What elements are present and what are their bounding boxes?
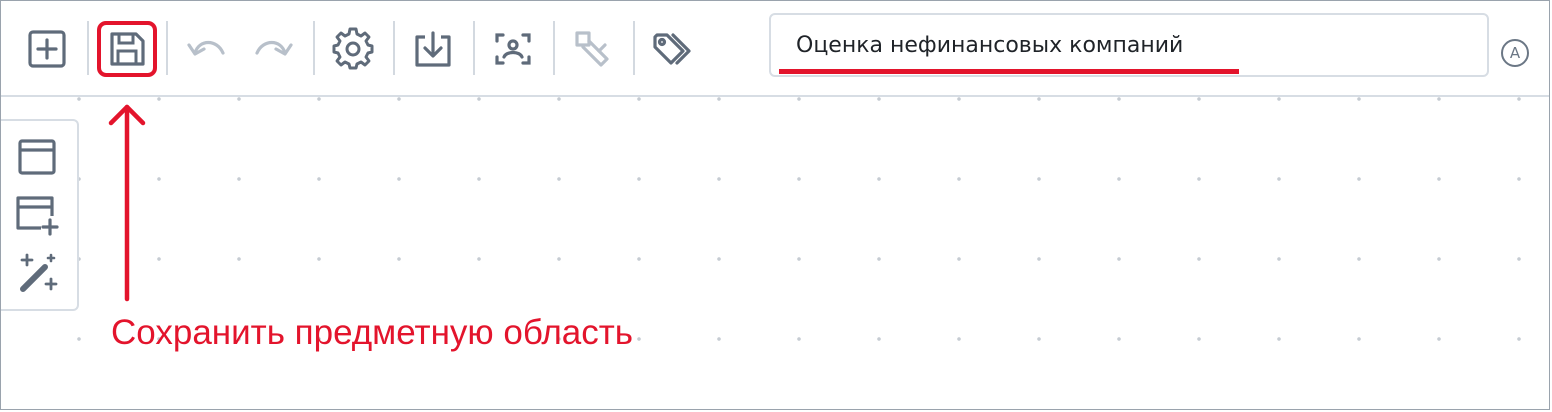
window-add-icon — [16, 196, 59, 236]
domain-name-value: Оценка нефинансовых компаний — [796, 33, 1184, 58]
toolbar-separator — [473, 21, 475, 75]
add-window-button[interactable] — [15, 135, 59, 179]
undo-button[interactable] — [183, 25, 231, 73]
toolbar-separator — [87, 21, 89, 75]
scan-icon — [495, 33, 531, 65]
settings-button[interactable] — [329, 25, 377, 73]
toolbar-separator — [633, 21, 635, 75]
auto-layout-button[interactable] — [15, 251, 59, 295]
domain-name-field[interactable]: Оценка нефинансовых компаний — [769, 13, 1489, 77]
status-a-icon: A — [1501, 39, 1529, 67]
domain-name-underline — [779, 69, 1239, 74]
toolbar-separator — [393, 21, 395, 75]
edit-tags-button[interactable] — [569, 25, 617, 73]
redo-button[interactable] — [249, 25, 297, 73]
save-button[interactable] — [103, 25, 151, 73]
toolbar-separator — [313, 21, 315, 75]
tags-icon — [653, 33, 691, 65]
window-icon — [18, 139, 56, 175]
save-icon — [110, 32, 145, 66]
diagram-canvas[interactable] — [1, 97, 1549, 409]
import-button[interactable] — [409, 25, 457, 73]
undo-icon — [187, 40, 225, 56]
callout-text: Сохранить предметную область — [111, 313, 633, 352]
redo-icon — [255, 40, 293, 56]
side-panel — [1, 119, 79, 311]
tags-button[interactable] — [649, 25, 697, 73]
new-domain-button[interactable] — [23, 25, 71, 73]
toolbar-separator — [166, 21, 168, 75]
app-frame: Оценка нефинансовых компаний A Сохранить… — [0, 0, 1550, 410]
add-window-plus-button[interactable] — [15, 193, 59, 237]
callout-arrow — [108, 104, 146, 302]
download-icon — [415, 31, 451, 67]
plus-square-icon — [28, 30, 66, 68]
recognize-button[interactable] — [489, 25, 537, 73]
magic-wand-icon — [20, 253, 58, 292]
toolbar: Оценка нефинансовых компаний A — [1, 1, 1549, 97]
tag-edit-icon — [575, 31, 609, 67]
gear-icon — [332, 27, 374, 70]
toolbar-separator — [553, 21, 555, 75]
